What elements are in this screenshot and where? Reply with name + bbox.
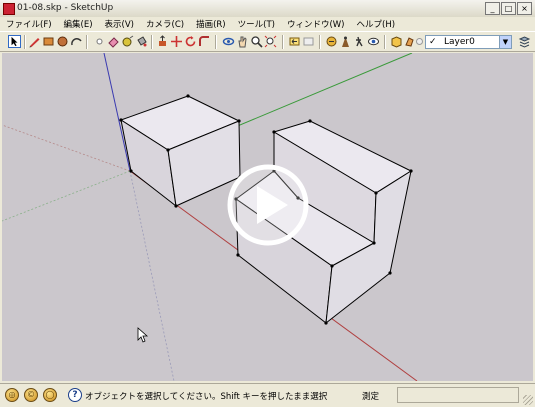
walk-tool-icon[interactable] xyxy=(353,35,366,48)
geo-location-icon[interactable]: ◎ xyxy=(5,388,19,402)
arc-tool-icon[interactable] xyxy=(70,35,83,48)
rectangle-tool-icon[interactable] xyxy=(42,35,55,48)
status-message: オブジェクトを選択してください。Shift キーを押したまま選択 xyxy=(85,392,328,402)
window-controls: _ □ × xyxy=(485,2,532,15)
menu-camera[interactable]: カメラ(C) xyxy=(146,18,184,30)
red-axis-negative xyxy=(2,124,131,172)
position-camera-icon[interactable] xyxy=(339,35,352,48)
menu-tools[interactable]: ツール(T) xyxy=(238,18,275,30)
title-bar: 01-08.skp - SketchUp _ □ × xyxy=(0,0,535,18)
window-title: 01-08.skp - SketchUp xyxy=(17,3,114,13)
maximize-button[interactable]: □ xyxy=(501,2,516,15)
move-tool-icon[interactable] xyxy=(170,35,183,48)
play-button-icon[interactable] xyxy=(227,164,309,246)
paint-bucket-icon[interactable] xyxy=(135,35,148,48)
menu-file[interactable]: ファイル(F) xyxy=(6,18,52,30)
mouse-cursor-icon xyxy=(137,327,149,343)
eraser-tool-icon[interactable] xyxy=(107,35,120,48)
next-view-icon[interactable] xyxy=(302,35,315,48)
menu-draw[interactable]: 描画(R) xyxy=(196,18,226,30)
close-button[interactable]: × xyxy=(517,2,532,15)
main-toolbar: ✓ Layer0 ▼ xyxy=(0,31,535,52)
pan-tool-icon[interactable] xyxy=(236,35,249,48)
previous-view-icon[interactable] xyxy=(288,35,301,48)
layer-dropdown[interactable]: ✓ Layer0 ▼ xyxy=(425,35,512,49)
menu-help[interactable]: ヘルプ(H) xyxy=(357,18,396,30)
model-canvas[interactable] xyxy=(2,53,533,381)
menu-bar: ファイル(F) 編集(E) 表示(V) カメラ(C) 描画(R) ツール(T) … xyxy=(0,17,535,31)
rotate-tool-icon[interactable] xyxy=(184,35,197,48)
circle-tool-icon[interactable] xyxy=(56,35,69,48)
component-browser-icon[interactable] xyxy=(390,35,403,48)
menu-view[interactable]: 表示(V) xyxy=(105,18,134,30)
make-component-icon[interactable] xyxy=(93,35,106,48)
status-bar: ◎ © ◯ ? オブジェクトを選択してください。Shift キーを押したまま選択… xyxy=(0,383,535,407)
blue-axis-negative xyxy=(129,170,175,381)
layer-name: Layer0 xyxy=(444,37,475,47)
menu-window[interactable]: ウィンドウ(W) xyxy=(287,18,345,30)
look-around-icon[interactable] xyxy=(367,35,380,48)
select-tool-icon[interactable] xyxy=(8,35,21,48)
orbit-tool-icon[interactable] xyxy=(222,35,235,48)
blue-axis xyxy=(103,53,131,172)
zoom-extents-icon[interactable] xyxy=(264,35,277,48)
layer-check-icon: ✓ xyxy=(429,37,437,47)
pencil-tool-icon[interactable] xyxy=(28,35,41,48)
credits-icon[interactable]: © xyxy=(24,388,38,402)
measurement-input[interactable] xyxy=(397,387,519,403)
box-left[interactable] xyxy=(120,95,241,207)
menu-edit[interactable]: 編集(E) xyxy=(64,18,93,30)
tape-measure-icon[interactable] xyxy=(121,35,134,48)
green-axis-negative xyxy=(2,170,131,222)
follow-me-icon[interactable] xyxy=(198,35,211,48)
user-icon[interactable]: ◯ xyxy=(43,388,57,402)
sketchup-app-icon[interactable] xyxy=(3,3,15,15)
layer-manager-icon[interactable] xyxy=(518,35,531,48)
chevron-down-icon[interactable]: ▼ xyxy=(499,36,511,48)
zoom-tool-icon[interactable] xyxy=(250,35,263,48)
drawing-viewport[interactable] xyxy=(2,53,533,381)
get-models-icon[interactable] xyxy=(325,35,338,48)
minimize-button[interactable]: _ xyxy=(485,2,500,15)
push-pull-icon[interactable] xyxy=(156,35,169,48)
measurement-label: 測定 xyxy=(362,392,380,402)
resize-grip-icon[interactable] xyxy=(523,395,533,405)
help-icon[interactable]: ? xyxy=(68,388,82,402)
